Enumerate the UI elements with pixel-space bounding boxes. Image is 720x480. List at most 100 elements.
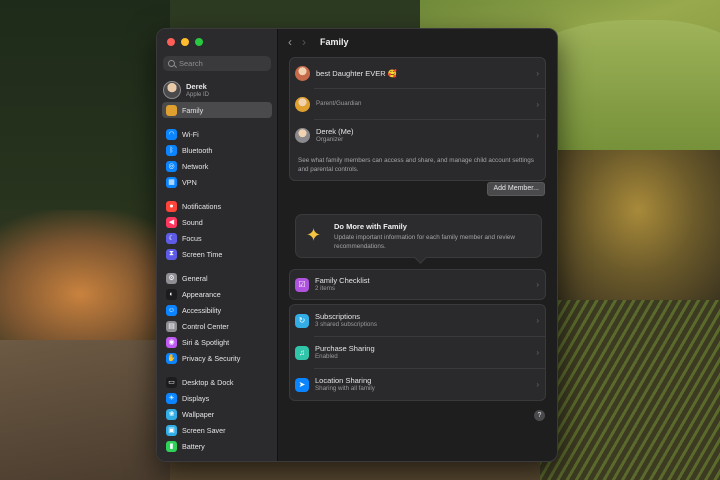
control-center-icon: ▤ xyxy=(166,320,177,332)
sidebar-item-wi-fi[interactable]: ◠ Wi-Fi xyxy=(162,126,272,142)
chevron-right-icon: › xyxy=(536,380,539,389)
back-button[interactable]: ‹ xyxy=(288,36,292,48)
vpn-icon: ▦ xyxy=(166,176,177,188)
sidebar-item-desktop-dock[interactable]: ▭ Desktop & Dock xyxy=(162,374,272,390)
search-placeholder: Search xyxy=(179,59,203,68)
sidebar-item-label: VPN xyxy=(182,177,197,187)
family-member-row[interactable]: Derek (Me) Organizer › xyxy=(290,120,545,150)
family-member-row[interactable]: best Daughter EVER 🥰 › xyxy=(290,58,545,88)
search-input[interactable]: Search xyxy=(163,56,271,71)
apple-id-account[interactable]: Derek Apple ID xyxy=(163,79,271,101)
sidebar-item-label: General xyxy=(182,273,208,283)
sidebar-item-label: Wi-Fi xyxy=(182,129,199,139)
purchase-sharing-row[interactable]: ♫ Purchase Sharing Enabled › xyxy=(290,337,545,368)
sidebar-item-battery[interactable]: ▮ Battery xyxy=(162,438,272,454)
feature-title: Location Sharing xyxy=(315,376,372,385)
sidebar-item-privacy-security[interactable]: ✋ Privacy & Security xyxy=(162,350,272,366)
battery-icon: ▮ xyxy=(166,440,177,452)
sidebar-item-control-center[interactable]: ▤ Control Center xyxy=(162,318,272,334)
member-name: best Daughter EVER 🥰 xyxy=(316,68,398,78)
bluetooth-icon: ᛒ xyxy=(166,144,177,156)
sparkles-icon: ✦ xyxy=(306,225,322,245)
sidebar-item-network[interactable]: ◎ Network xyxy=(162,158,272,174)
family-member-row[interactable]: Parent/Guardian › xyxy=(290,89,545,119)
hand-icon: ✋ xyxy=(166,352,177,364)
sidebar-item-label: Notifications xyxy=(182,201,222,211)
sidebar-item-sound[interactable]: ◀ Sound xyxy=(162,214,272,230)
sidebar: Search Derek Apple ID Family ◠ Wi-Fi ᛒ Bluet… xyxy=(157,29,278,461)
family-features-card: ↻ Subscriptions 3 shared subscriptions › ♫ Pu… xyxy=(289,304,546,401)
family-members-card: best Daughter EVER 🥰 › Parent/Guardian › Der… xyxy=(289,57,546,181)
accessibility-icon: ☺ xyxy=(166,304,177,316)
member-name: Derek (Me) xyxy=(316,126,354,136)
sidebar-item-focus[interactable]: ☾ Focus xyxy=(162,230,272,246)
sidebar-item-label: Focus xyxy=(182,233,202,243)
account-name: Derek xyxy=(186,81,207,91)
chevron-right-icon: › xyxy=(536,99,539,109)
display-icon: ☀ xyxy=(166,392,177,404)
account-subtitle: Apple ID xyxy=(186,91,210,98)
subscriptions-row[interactable]: ↻ Subscriptions 3 shared subscriptions › xyxy=(290,305,545,336)
sidebar-item-accessibility[interactable]: ☺ Accessibility xyxy=(162,302,272,318)
toolbar: ‹ › Family xyxy=(278,29,557,54)
wallpaper-icon: ❀ xyxy=(166,408,177,420)
sidebar-item-appearance[interactable]: ◐ Appearance xyxy=(162,286,272,302)
wifi-icon: ◠ xyxy=(166,128,177,140)
member-avatar xyxy=(295,65,310,81)
sidebar-item-notifications[interactable]: ● Notifications xyxy=(162,198,272,214)
location-row[interactable]: ➤ Location Sharing Sharing with all family… xyxy=(290,369,545,400)
member-role: Organizer xyxy=(316,135,344,143)
family-checklist-row[interactable]: ☑ Family Checklist 2 items › xyxy=(290,270,545,299)
sidebar-item-general[interactable]: ⚙ General xyxy=(162,270,272,286)
sidebar-item-label: Screen Saver xyxy=(182,425,226,435)
sidebar-item-displays[interactable]: ☀ Displays xyxy=(162,390,272,406)
sidebar-item-label: Wallpaper xyxy=(182,409,215,419)
minimize-button[interactable] xyxy=(181,38,189,46)
sidebar-item-bluetooth[interactable]: ᛒ Bluetooth xyxy=(162,142,272,158)
sidebar-item-wallpaper[interactable]: ❀ Wallpaper xyxy=(162,406,272,422)
feature-subtitle: Sharing with all family xyxy=(315,385,375,392)
page-title: Family xyxy=(320,36,349,47)
avatar xyxy=(163,81,181,99)
sidebar-item-family[interactable]: Family xyxy=(162,102,272,118)
sidebar-item-label: Privacy & Security xyxy=(182,353,241,363)
moon-icon: ☾ xyxy=(166,232,177,244)
search-icon xyxy=(168,60,175,67)
sidebar-item-siri-spotlight[interactable]: ◉ Siri & Spotlight xyxy=(162,334,272,350)
checklist-icon: ☑ xyxy=(295,277,309,292)
dock-icon: ▭ xyxy=(166,376,177,388)
speaker-icon: ◀ xyxy=(166,216,177,228)
close-button[interactable] xyxy=(167,38,175,46)
gear-icon: ⚙ xyxy=(166,272,177,284)
hourglass-icon: ⧗ xyxy=(166,248,177,260)
promo-body: Update important information for each fa… xyxy=(334,234,515,250)
sidebar-item-screen-saver[interactable]: ▣ Screen Saver xyxy=(162,422,272,438)
chevron-right-icon: › xyxy=(536,68,539,78)
bell-icon: ● xyxy=(166,200,177,212)
forward-button[interactable]: › xyxy=(302,36,306,48)
sidebar-item-label: Siri & Spotlight xyxy=(182,337,230,347)
main-pane: ‹ › Family best Daughter EVER 🥰 › Parent/G… xyxy=(278,29,557,461)
add-member-button[interactable]: Add Member... xyxy=(487,182,545,196)
sidebar-item-label: Network xyxy=(182,161,209,171)
sidebar-item-label: Displays xyxy=(182,393,210,403)
sidebar-item-screen-time[interactable]: ⧗ Screen Time xyxy=(162,246,272,262)
sidebar-item-label: Accessibility xyxy=(182,305,222,315)
appearance-icon: ◐ xyxy=(166,288,177,300)
sidebar-item-label: Desktop & Dock xyxy=(182,377,234,387)
sidebar-item-vpn[interactable]: ▦ VPN xyxy=(162,174,272,190)
feature-title: Purchase Sharing xyxy=(315,344,375,353)
chevron-right-icon: › xyxy=(536,280,539,289)
do-more-promo[interactable]: ✦ Do More with Family Update important i… xyxy=(295,214,542,264)
member-avatar xyxy=(295,96,310,112)
chevron-right-icon: › xyxy=(536,348,539,357)
help-button[interactable]: ? xyxy=(534,410,545,421)
sidebar-item-label: Appearance xyxy=(182,289,221,299)
family-icon xyxy=(166,104,177,116)
window-controls xyxy=(167,38,203,46)
sidebar-item-label: Control Center xyxy=(182,321,229,331)
purchase-sharing-icon: ♫ xyxy=(295,345,309,360)
zoom-button[interactable] xyxy=(195,38,203,46)
feature-subtitle: Enabled xyxy=(315,353,338,360)
screensaver-icon: ▣ xyxy=(166,424,177,436)
